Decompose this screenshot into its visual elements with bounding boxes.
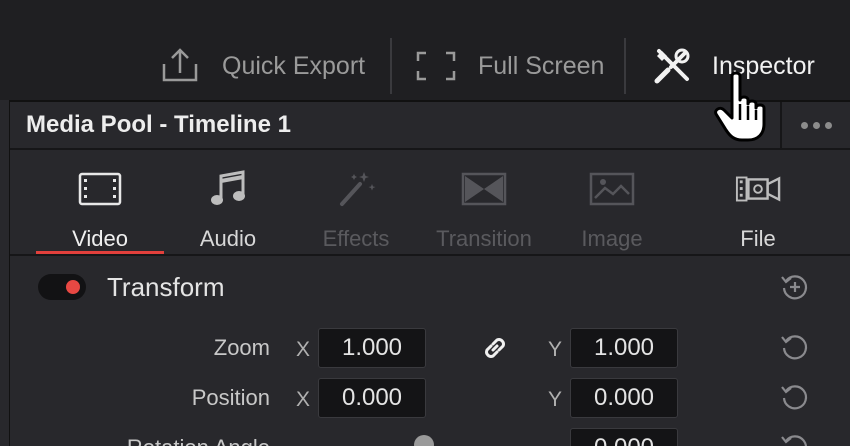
zoom-y-input[interactable]: 1.000 <box>570 328 678 368</box>
tab-transition[interactable]: Transition <box>420 150 548 254</box>
dot-icon <box>812 121 820 129</box>
film-camera-icon <box>735 170 781 208</box>
transform-section-header: Transform <box>10 258 850 318</box>
left-panel-edge <box>0 100 10 446</box>
rotation-input[interactable]: 0.000 <box>570 428 678 446</box>
rotation-reset-button[interactable] <box>780 432 810 446</box>
export-icon <box>160 46 200 86</box>
zoom-label: Zoom <box>213 335 270 360</box>
inspector-panel: Media Pool - Timeline 1 Video Audio Effe… <box>10 100 850 446</box>
toolbar-separator <box>624 38 626 94</box>
tab-label: Video <box>72 226 128 251</box>
position-x-input[interactable]: 0.000 <box>318 378 426 418</box>
hand-pointer-cursor-icon <box>712 70 774 142</box>
tab-audio[interactable]: Audio <box>164 150 292 254</box>
position-y-input[interactable]: 0.000 <box>570 378 678 418</box>
full-screen-button[interactable]: Full Screen <box>416 38 604 94</box>
tab-file[interactable]: File <box>694 150 822 254</box>
zoom-reset-button[interactable] <box>780 332 810 362</box>
panel-title: Media Pool - Timeline 1 <box>26 111 291 138</box>
tab-label: Image <box>581 226 643 251</box>
film-strip-icon <box>77 170 123 208</box>
reset-icon <box>781 335 808 360</box>
position-reset-button[interactable] <box>780 382 810 412</box>
dot-icon <box>800 121 808 129</box>
zoom-row: Zoom X 1.000 Y 1.000 <box>10 328 850 368</box>
tab-label: File <box>740 226 776 251</box>
transform-title: Transform <box>107 272 225 302</box>
full-screen-icon <box>416 51 456 81</box>
toggle-knob <box>66 280 80 294</box>
zoom-y-axis-label: Y <box>548 338 563 361</box>
inspector-tabs: Video Audio Effects Transition Image Fil… <box>10 150 850 256</box>
zoom-x-axis-label: X <box>296 338 311 361</box>
transform-enable-toggle[interactable] <box>38 274 86 300</box>
quick-export-label: Quick Export <box>222 51 366 80</box>
tab-effects[interactable]: Effects <box>292 150 420 254</box>
add-keyframe-reset-button[interactable] <box>780 272 810 302</box>
rotation-slider-handle[interactable] <box>414 435 434 446</box>
zoom-x-input[interactable]: 1.000 <box>318 328 426 368</box>
rotation-row: Rotation Angle 0.000 <box>10 428 850 446</box>
rotation-label: Rotation Angle <box>127 435 270 446</box>
reset-icon <box>781 385 808 410</box>
transition-icon <box>461 170 507 208</box>
tab-label: Transition <box>436 226 532 251</box>
tab-label: Audio <box>199 226 257 251</box>
full-screen-label: Full Screen <box>478 51 605 80</box>
position-x-axis-label: X <box>296 388 311 411</box>
reset-all-icon <box>781 275 808 300</box>
position-label: Position <box>191 385 270 410</box>
more-options-button[interactable] <box>780 102 850 148</box>
image-icon <box>589 170 635 208</box>
reset-icon <box>781 435 807 446</box>
position-y-axis-label: Y <box>548 388 563 411</box>
link-icon[interactable] <box>480 333 510 363</box>
magic-wand-icon <box>333 170 379 208</box>
tab-video[interactable]: Video <box>36 150 164 254</box>
toolbar-separator <box>390 38 392 94</box>
music-note-icon <box>205 170 251 208</box>
active-tab-indicator <box>36 251 164 254</box>
tools-icon <box>654 48 690 84</box>
tab-image[interactable]: Image <box>548 150 676 254</box>
tab-label: Effects <box>322 226 390 251</box>
quick-export-button[interactable]: Quick Export <box>160 38 365 94</box>
position-row: Position X 0.000 Y 0.000 <box>10 378 850 418</box>
dot-icon <box>824 121 832 129</box>
